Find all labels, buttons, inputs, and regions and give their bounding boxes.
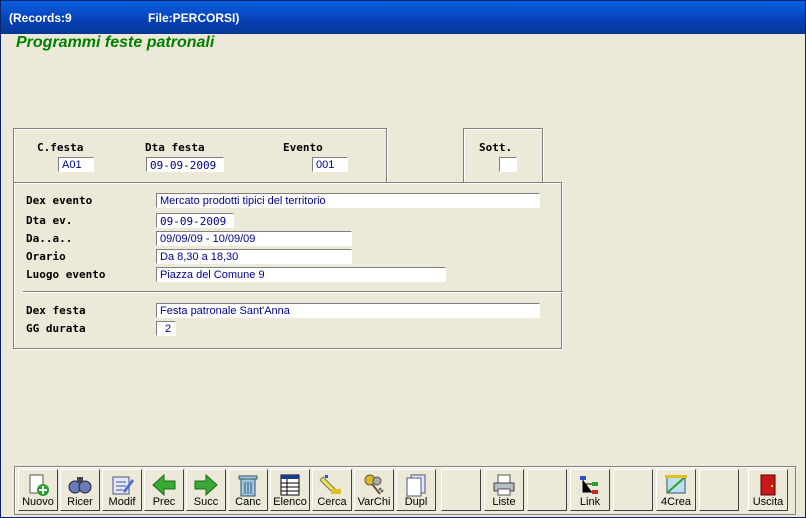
uscita-label: Uscita (752, 496, 784, 508)
trash-icon (238, 475, 258, 497)
da-a-field[interactable]: 09/09/09 - 10/09/09 (156, 231, 352, 246)
design-tools-icon (665, 475, 687, 494)
ricer-label: Ricer (67, 496, 93, 508)
arrow-left-icon (152, 473, 176, 497)
evento-label: Evento (283, 141, 323, 154)
succ-label: Succ (193, 496, 219, 508)
empty-button-1[interactable] (441, 469, 481, 511)
tree-link-icon (580, 476, 598, 494)
empty-button-3[interactable] (613, 469, 653, 511)
cerca-button[interactable]: Cerca (312, 469, 352, 511)
dupl-button[interactable]: Dupl (396, 469, 436, 511)
link-label: Link (579, 496, 601, 508)
nuovo-label: Nuovo (22, 496, 54, 508)
evento-field[interactable]: 001 (312, 157, 348, 172)
sott-panel: Sott. (463, 128, 543, 183)
sott-field[interactable] (499, 157, 517, 172)
crea-label: 4Crea (661, 496, 691, 508)
binoculars-icon (68, 477, 92, 494)
sott-label: Sott. (479, 141, 513, 154)
varchi-button[interactable]: VarChi (354, 469, 394, 511)
exit-door-icon (760, 474, 776, 496)
luogo-evento-label: Luogo evento (26, 268, 106, 281)
title-bar: (Records:9 File:PERCORSI) (1, 1, 805, 34)
orario-field[interactable]: Da 8,30 a 18,30 (156, 249, 352, 264)
cerca-label: Cerca (317, 496, 347, 508)
detail-panel: Dex evento Mercato prodotti tipici del t… (13, 182, 563, 349)
page-title: Programmi feste patronali (16, 34, 215, 51)
new-document-icon (29, 474, 49, 496)
liste-button[interactable]: Liste (484, 469, 524, 511)
orario-label: Orario (26, 250, 66, 263)
link-button[interactable]: Link (570, 469, 610, 511)
elenco-button[interactable]: Elenco (270, 469, 310, 511)
prec-button[interactable]: Prec (144, 469, 184, 511)
arrow-right-icon (194, 473, 218, 497)
uscita-button[interactable]: Uscita (748, 469, 788, 511)
dta-ev-field[interactable]: 09-09-2009 (156, 213, 234, 228)
toolbar: Nuovo Ricer Modif Prec Succ Canc Elenco … (14, 466, 796, 515)
prec-label: Prec (152, 496, 176, 508)
canc-button[interactable]: Canc (228, 469, 268, 511)
printer-icon (493, 474, 515, 496)
dta-ev-label: Dta ev. (26, 214, 73, 227)
separator (23, 291, 563, 293)
varchi-label: VarChi (357, 496, 391, 508)
cfesta-label: C.festa (37, 141, 84, 154)
dta-festa-label: Dta festa (145, 141, 205, 154)
app-window: (Records:9 File:PERCORSI) Programmi fest… (0, 0, 806, 518)
nuovo-button[interactable]: Nuovo (18, 469, 58, 511)
empty-button-2[interactable] (527, 469, 567, 511)
records-count: (Records:9 (9, 11, 72, 25)
duplicate-icon (406, 474, 426, 497)
dex-festa-field[interactable]: Festa patronale Sant'Anna (156, 303, 540, 318)
edit-document-icon (112, 476, 134, 495)
succ-button[interactable]: Succ (186, 469, 226, 511)
dex-evento-label: Dex evento (26, 194, 93, 207)
liste-label: Liste (492, 496, 516, 508)
table-list-icon (280, 474, 300, 496)
canc-label: Canc (235, 496, 261, 508)
file-name: File:PERCORSI) (148, 11, 240, 25)
luogo-evento-field[interactable]: Piazza del Comune 9 (156, 267, 446, 282)
modif-button[interactable]: Modif (102, 469, 142, 511)
cfesta-field[interactable]: A01 (58, 157, 94, 172)
gg-durata-field[interactable]: 2 (156, 321, 176, 336)
dex-festa-label: Dex festa (26, 304, 86, 317)
gg-durata-label: GG durata (26, 322, 86, 335)
key-panel: C.festa A01 Dta festa 09-09-2009 Evento … (13, 128, 387, 183)
keys-icon (364, 474, 384, 495)
ricer-button[interactable]: Ricer (60, 469, 100, 511)
da-a-label: Da..a.. (26, 232, 73, 245)
dupl-label: Dupl (404, 496, 428, 508)
dta-festa-field[interactable]: 09-09-2009 (146, 157, 224, 172)
form-area: Programmi feste patronali C.festa A01 Dt… (4, 34, 801, 516)
highlighter-icon (319, 475, 341, 494)
crea-button[interactable]: 4Crea (656, 469, 696, 511)
empty-button-4[interactable] (699, 469, 739, 511)
modif-label: Modif (108, 496, 136, 508)
dex-evento-field[interactable]: Mercato prodotti tipici del territorio (156, 193, 540, 208)
elenco-label: Elenco (273, 496, 307, 508)
